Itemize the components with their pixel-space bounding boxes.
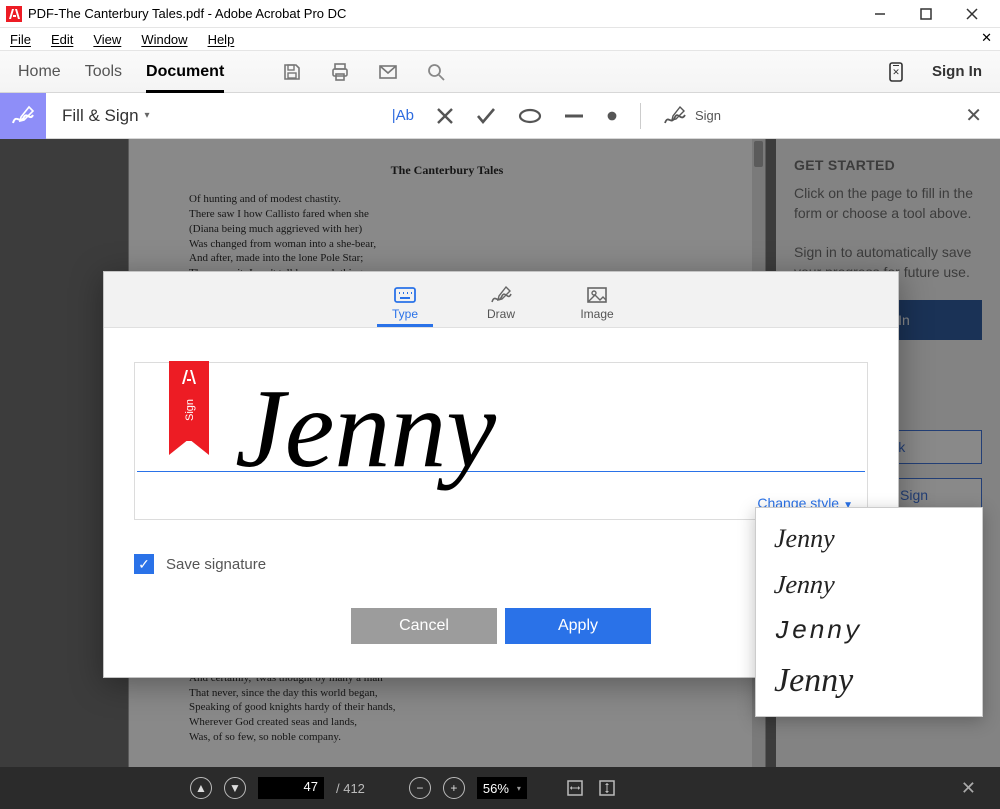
zoom-out-button[interactable]: − bbox=[409, 777, 431, 799]
app-icon bbox=[6, 6, 22, 22]
window-close-button[interactable] bbox=[958, 4, 986, 24]
menu-edit[interactable]: Edit bbox=[41, 30, 83, 49]
page-total-label: / 412 bbox=[336, 781, 365, 796]
style-option-4[interactable]: Jenny bbox=[756, 654, 982, 708]
close-fillsign-button[interactable]: ✕ bbox=[947, 103, 1000, 128]
check-mark-tool[interactable] bbox=[476, 107, 496, 125]
doc-title: The Canterbury Tales bbox=[129, 163, 765, 178]
zoom-in-button[interactable]: + bbox=[443, 777, 465, 799]
nav-home[interactable]: Home bbox=[18, 63, 61, 81]
right-panel-instruction-1: Click on the page to fill in the form or… bbox=[794, 183, 982, 224]
mobile-icon[interactable]: ✕ bbox=[884, 60, 908, 84]
mail-icon[interactable] bbox=[376, 60, 400, 84]
page-down-button[interactable]: ▼ bbox=[224, 777, 246, 799]
toolbar-divider bbox=[640, 103, 641, 129]
menubar: File Edit View Window Help ✕ bbox=[0, 28, 1000, 51]
oval-tool[interactable] bbox=[518, 108, 542, 124]
ribbon-text: Sign bbox=[184, 371, 196, 421]
x-mark-tool[interactable] bbox=[436, 107, 454, 125]
style-option-3[interactable]: Jenny bbox=[756, 608, 982, 654]
keyboard-icon bbox=[394, 285, 416, 305]
fit-width-icon[interactable] bbox=[565, 778, 585, 798]
signature-input-tabs: Type Draw Image bbox=[104, 272, 898, 328]
page-number-input[interactable]: 47 bbox=[258, 777, 324, 799]
tab-draw[interactable]: Draw bbox=[473, 285, 529, 327]
tab-draw-label: Draw bbox=[487, 307, 515, 321]
window-title: PDF-The Canterbury Tales.pdf - Adobe Acr… bbox=[28, 6, 866, 21]
style-option-1[interactable]: Jenny bbox=[756, 516, 982, 562]
fillsign-label[interactable]: Fill & Sign ▾ bbox=[46, 106, 166, 126]
draw-icon bbox=[490, 285, 512, 305]
style-option-2[interactable]: Jenny bbox=[754, 562, 983, 608]
text-tool[interactable]: |Ab bbox=[392, 107, 414, 124]
top-toolbar: Home Tools Document ✕ Sign In bbox=[0, 51, 1000, 93]
zoom-input[interactable]: 56% ▾ bbox=[477, 777, 527, 799]
signature-text-input[interactable]: Jenny bbox=[235, 329, 496, 531]
tab-type[interactable]: Type bbox=[377, 285, 433, 327]
nav-tools[interactable]: Tools bbox=[85, 63, 122, 81]
sign-tool[interactable]: Sign bbox=[663, 105, 721, 127]
bottom-pagebar: ▲ ▼ 47 / 412 − + 56% ▾ ✕ bbox=[0, 767, 1000, 809]
fillsign-toolbar: Fill & Sign ▾ |Ab Sign ✕ bbox=[0, 93, 1000, 139]
chevron-down-icon: ▾ bbox=[145, 110, 150, 121]
line-tool[interactable] bbox=[564, 112, 584, 120]
tab-image[interactable]: Image bbox=[569, 285, 625, 327]
apply-button[interactable]: Apply bbox=[505, 608, 651, 644]
image-icon bbox=[586, 285, 608, 305]
cancel-button[interactable]: Cancel bbox=[351, 608, 497, 644]
dot-tool[interactable] bbox=[606, 110, 618, 122]
signin-link[interactable]: Sign In bbox=[932, 63, 982, 80]
menu-view[interactable]: View bbox=[83, 30, 131, 49]
tab-image-label: Image bbox=[580, 307, 613, 321]
save-signature-label: Save signature bbox=[166, 556, 266, 573]
save-icon[interactable] bbox=[280, 60, 304, 84]
window-maximize-button[interactable] bbox=[912, 4, 940, 24]
fit-page-icon[interactable] bbox=[597, 778, 617, 798]
right-panel-heading: GET STARTED bbox=[794, 157, 982, 173]
menu-window[interactable]: Window bbox=[131, 30, 197, 49]
tab-type-label: Type bbox=[392, 307, 418, 321]
print-icon[interactable] bbox=[328, 60, 352, 84]
signature-style-dropdown: Jenny Jenny Jenny Jenny bbox=[755, 507, 983, 717]
menubar-close-doc[interactable]: ✕ bbox=[981, 30, 992, 46]
bottombar-close[interactable]: ✕ bbox=[961, 778, 982, 799]
page-up-button[interactable]: ▲ bbox=[190, 777, 212, 799]
window-minimize-button[interactable] bbox=[866, 4, 894, 24]
window-titlebar: PDF-The Canterbury Tales.pdf - Adobe Acr… bbox=[0, 0, 1000, 28]
nav-document[interactable]: Document bbox=[146, 63, 224, 93]
zoom-chevron-icon: ▾ bbox=[517, 784, 521, 793]
signature-preview-box: Sign Jenny Change style▼ bbox=[134, 362, 868, 520]
menu-file[interactable]: File bbox=[6, 30, 41, 49]
fillsign-active-icon bbox=[0, 93, 46, 139]
sign-tool-label: Sign bbox=[695, 108, 721, 123]
menu-help[interactable]: Help bbox=[198, 30, 245, 49]
fillsign-label-text: Fill & Sign bbox=[62, 106, 139, 126]
sign-here-ribbon: Sign bbox=[169, 361, 209, 441]
svg-text:✕: ✕ bbox=[892, 67, 900, 77]
search-icon[interactable] bbox=[424, 60, 448, 84]
zoom-value: 56% bbox=[483, 781, 509, 796]
save-signature-checkbox[interactable]: ✓ bbox=[134, 554, 154, 574]
